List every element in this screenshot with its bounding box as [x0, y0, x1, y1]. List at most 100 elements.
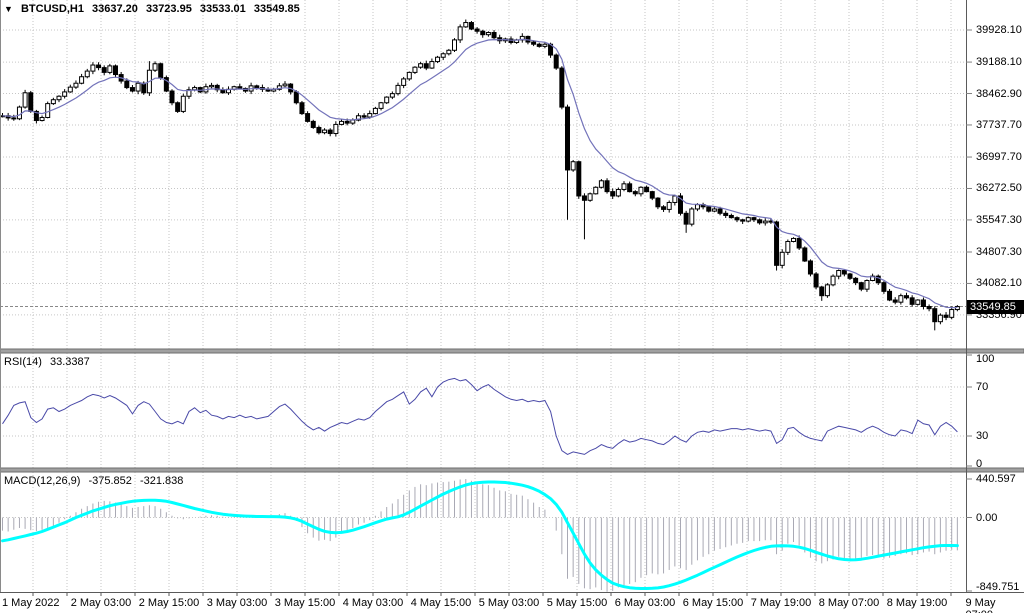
candle-bear: [492, 33, 496, 38]
candle-bear: [481, 31, 485, 34]
ohlc-close: 33549.85: [254, 3, 300, 15]
candle-bull: [379, 103, 383, 109]
candle-bull: [419, 64, 423, 67]
macd-main-value: -375.852: [88, 475, 131, 487]
chart-canvas[interactable]: [0, 0, 1024, 613]
candle-bear: [306, 114, 310, 122]
candle-bear: [577, 162, 581, 196]
candle-bear: [944, 315, 948, 317]
candle-bull: [447, 50, 451, 53]
collapse-chevron-icon[interactable]: ▼: [4, 4, 13, 14]
macd-name: MACD(12,26,9): [4, 475, 80, 487]
ohlc-low: 33533.01: [200, 3, 246, 15]
ohlc-open: 33637.20: [92, 3, 138, 15]
candle-bear: [311, 121, 315, 127]
candle-bear: [628, 184, 632, 192]
candle-bear: [142, 83, 146, 93]
candle-bear: [803, 248, 807, 261]
candle-bull: [436, 57, 440, 61]
candle-bear: [294, 92, 298, 103]
candle-bull: [486, 33, 490, 35]
candle-bull: [17, 107, 21, 119]
candle-bear: [328, 130, 332, 133]
candle-bear: [848, 274, 852, 278]
candle-bear: [469, 23, 473, 30]
candle-bear: [114, 66, 118, 75]
candle-bull: [407, 72, 411, 79]
candle-bull: [80, 77, 84, 84]
candle-bull: [938, 315, 942, 322]
candle-bear: [532, 42, 536, 44]
macd-indicator-label: MACD(12,26,9) -375.852 -321.838: [4, 475, 188, 487]
candle-bear: [650, 192, 654, 199]
candle-bear: [921, 300, 925, 307]
ohlc-high: 33723.95: [146, 3, 192, 15]
candle-bear: [97, 65, 101, 68]
candle-bear: [735, 218, 739, 220]
candle-bull: [690, 209, 694, 224]
candle-bear: [910, 298, 914, 305]
chart-title: ▼ BTCUSD,H1 33637.20 33723.95 33533.01 3…: [4, 3, 305, 15]
candle-bear: [662, 207, 666, 210]
candle-bull: [63, 92, 67, 96]
candle-bear: [854, 278, 858, 282]
candle-bull: [396, 85, 400, 93]
candle-bull: [430, 62, 434, 69]
panel-separator[interactable]: [0, 468, 1024, 472]
candle-bear: [12, 118, 16, 119]
candle-bear: [300, 103, 304, 114]
candle-bull: [402, 79, 406, 86]
candle-bear: [927, 307, 931, 309]
candle-bear: [633, 192, 637, 194]
candle-bull: [85, 71, 89, 77]
candle-bull: [351, 120, 355, 123]
rsi-indicator-label: RSI(14) 33.3387: [4, 356, 95, 368]
candle-bull: [786, 241, 790, 252]
candle-bull: [323, 130, 327, 133]
candle-bear: [102, 68, 106, 73]
candle-bear: [724, 213, 728, 215]
candle-bear: [859, 283, 863, 290]
candle-bull: [667, 202, 671, 209]
candle-bear: [611, 192, 615, 196]
candle-bear: [238, 87, 242, 89]
candle-bull: [413, 67, 417, 72]
candle-bull: [792, 238, 796, 241]
candle-bull: [780, 252, 784, 265]
candle-bear: [893, 300, 897, 302]
candle-bull: [543, 44, 547, 46]
candle-bear: [345, 121, 349, 123]
candle-bear: [729, 215, 733, 217]
candle-bull: [385, 97, 389, 103]
candle-bear: [645, 187, 649, 191]
candle-bull: [899, 296, 903, 303]
main-panel-plot[interactable]: [0, 0, 966, 349]
current-price-tag: 33549.85: [967, 300, 1024, 314]
candle-bear: [566, 107, 570, 170]
candle-bear: [560, 68, 564, 107]
candle-bear: [814, 274, 818, 287]
candle-bull: [695, 205, 699, 209]
candle-bull: [40, 117, 44, 120]
symbol-period-label: BTCUSD,H1: [21, 3, 84, 15]
trading-chart-window: ▼ BTCUSD,H1 33637.20 33723.95 33533.01 3…: [0, 0, 1024, 613]
candle-bear: [905, 296, 909, 298]
candle-bear: [741, 220, 745, 221]
candle-bear: [176, 103, 180, 112]
candle-bull: [571, 162, 575, 170]
panel-separator[interactable]: [0, 349, 1024, 353]
candle-bear: [537, 44, 541, 46]
candle-bull: [916, 300, 920, 304]
candle-bear: [317, 127, 321, 132]
candle-bear: [475, 29, 479, 31]
candle-bull: [46, 104, 50, 118]
candle-bear: [758, 220, 762, 223]
candle-bull: [181, 96, 185, 111]
candle-bear: [605, 181, 609, 192]
candle-bear: [842, 271, 846, 274]
candle-bull: [108, 66, 112, 73]
candle-bull: [210, 85, 214, 86]
candle-bull: [283, 84, 287, 86]
rsi-panel-plot[interactable]: [0, 353, 966, 468]
candle-bear: [656, 198, 660, 207]
